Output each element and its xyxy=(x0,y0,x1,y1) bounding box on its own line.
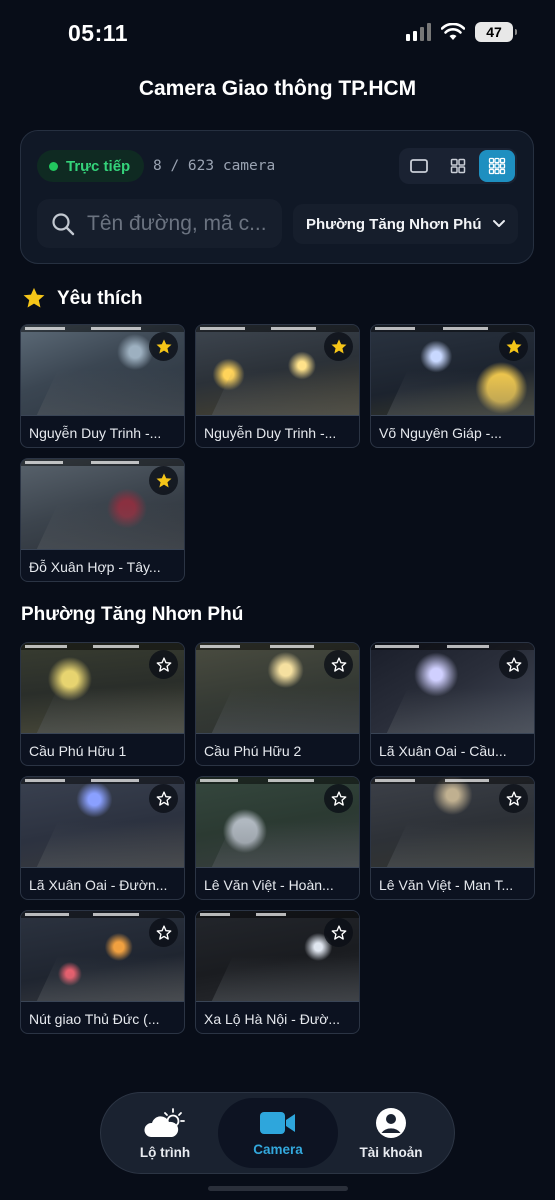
status-bar: 05:11 47 xyxy=(0,0,555,64)
search-box xyxy=(37,199,282,248)
grid-2x2-button[interactable] xyxy=(440,150,476,182)
favorites-header: Yêu thích xyxy=(21,286,143,311)
camera-card[interactable]: Võ Nguyên Giáp -... xyxy=(370,324,535,448)
star-filled-icon xyxy=(23,287,45,308)
favorites-grid: Nguyễn Duy Trinh -... Nguyễn Duy Trinh -… xyxy=(20,324,535,582)
status-icons: 47 xyxy=(406,22,517,42)
control-panel: Trực tiếp 8 / 623 camera Tên đường, mã c… xyxy=(20,130,534,264)
star-filled-icon xyxy=(156,338,171,353)
favorite-toggle-button[interactable] xyxy=(324,650,353,679)
star-filled-icon xyxy=(331,338,346,353)
favorite-toggle-button[interactable] xyxy=(149,918,178,947)
camera-card[interactable]: Nguyễn Duy Trinh -... xyxy=(20,324,185,448)
camera-name: Lê Văn Việt - Hoàn... xyxy=(204,877,334,893)
camera-card[interactable]: Đỗ Xuân Hợp - Tây... xyxy=(20,458,185,582)
favorite-toggle-button[interactable] xyxy=(324,918,353,947)
weather-cloud-sun-icon xyxy=(144,1107,185,1137)
star-outline-icon xyxy=(506,656,521,672)
tab-camera[interactable]: Camera xyxy=(218,1098,338,1168)
star-outline-icon xyxy=(156,656,171,672)
ward-select[interactable]: Phường Tăng Nhơn Phú xyxy=(293,204,518,244)
wifi-icon xyxy=(441,23,465,40)
search-input[interactable] xyxy=(87,211,277,236)
tab-camera-label: Camera xyxy=(253,1141,303,1157)
favorite-toggle-button[interactable] xyxy=(149,650,178,679)
grid-2x2-icon xyxy=(450,158,466,174)
camera-name: Võ Nguyên Giáp -... xyxy=(379,425,502,441)
camera-card[interactable]: Nút giao Thủ Đức (... xyxy=(20,910,185,1034)
star-outline-icon xyxy=(156,790,171,806)
star-outline-icon xyxy=(331,790,346,806)
single-view-icon xyxy=(410,159,428,173)
favorite-toggle-button[interactable] xyxy=(149,784,178,813)
star-filled-icon xyxy=(156,472,171,487)
camera-card[interactable]: Cầu Phú Hữu 2 xyxy=(195,642,360,766)
favorite-toggle-button[interactable] xyxy=(324,784,353,813)
camera-card[interactable]: Lã Xuân Oai - Đườn... xyxy=(20,776,185,900)
grid-3x3-button[interactable] xyxy=(479,150,515,182)
camera-card[interactable]: Lê Văn Việt - Man T... xyxy=(370,776,535,900)
tab-account[interactable]: Tài khoản xyxy=(331,1098,451,1168)
single-view-button[interactable] xyxy=(401,150,437,182)
favorite-toggle-button[interactable] xyxy=(149,466,178,495)
star-outline-icon xyxy=(156,924,171,940)
cellular-signal-icon xyxy=(406,23,431,41)
bottom-tab-bar: Lộ trình Camera Tài khoản xyxy=(100,1092,455,1174)
favorite-toggle-button[interactable] xyxy=(499,332,528,361)
camera-card[interactable]: Nguyễn Duy Trinh -... xyxy=(195,324,360,448)
camera-name: Lã Xuân Oai - Cầu... xyxy=(379,743,507,759)
page-title: Camera Giao thông TP.HCM xyxy=(138,77,417,100)
chevron-down-icon xyxy=(493,220,505,227)
camera-card[interactable]: Cầu Phú Hữu 1 xyxy=(20,642,185,766)
camera-name: Lã Xuân Oai - Đườn... xyxy=(29,877,168,893)
camera-name: Cầu Phú Hữu 1 xyxy=(29,743,127,759)
battery-icon: 47 xyxy=(475,22,517,42)
tab-route-label: Lộ trình xyxy=(139,1144,191,1160)
camera-name: Nguyễn Duy Trinh -... xyxy=(204,425,337,441)
home-indicator xyxy=(208,1186,348,1191)
ward-camera-grid: Cầu Phú Hữu 1 Cầu Phú Hữu 2 Lã Xuân Oai … xyxy=(20,642,535,1034)
search-icon xyxy=(52,212,75,235)
tab-route[interactable]: Lộ trình xyxy=(105,1098,225,1168)
live-badge: Trực tiếp xyxy=(37,150,145,182)
status-time: 05:11 xyxy=(68,20,129,46)
tab-account-label: Tài khoản xyxy=(359,1144,423,1160)
star-filled-icon xyxy=(506,338,521,353)
camera-name: Đỗ Xuân Hợp - Tây... xyxy=(29,559,161,575)
star-outline-icon xyxy=(331,924,346,940)
video-camera-icon xyxy=(260,1111,295,1134)
grid-3x3-icon xyxy=(488,157,506,175)
ward-section-title: Phường Tăng Nhơn Phú xyxy=(21,604,244,625)
live-label: Trực tiếp xyxy=(66,157,131,175)
camera-name: Nút giao Thủ Đức (... xyxy=(29,1011,160,1027)
star-outline-icon xyxy=(506,790,521,806)
camera-name: Nguyễn Duy Trinh -... xyxy=(29,425,162,441)
favorites-title: Yêu thích xyxy=(57,287,143,309)
camera-name: Xa Lộ Hà Nội - Đườ... xyxy=(204,1011,341,1027)
camera-card[interactable]: Xa Lộ Hà Nội - Đườ... xyxy=(195,910,360,1034)
favorite-toggle-button[interactable] xyxy=(499,784,528,813)
camera-card[interactable]: Lê Văn Việt - Hoàn... xyxy=(195,776,360,900)
camera-name: Cầu Phú Hữu 2 xyxy=(204,743,302,759)
favorite-toggle-button[interactable] xyxy=(499,650,528,679)
favorite-toggle-button[interactable] xyxy=(324,332,353,361)
favorite-toggle-button[interactable] xyxy=(149,332,178,361)
camera-name: Lê Văn Việt - Man T... xyxy=(379,877,514,893)
live-dot-icon xyxy=(49,161,58,171)
camera-card[interactable]: Lã Xuân Oai - Cầu... xyxy=(370,642,535,766)
star-outline-icon xyxy=(331,656,346,672)
ward-section-header: Phường Tăng Nhơn Phú xyxy=(21,604,243,626)
view-mode-toggle xyxy=(399,148,517,184)
camera-count: 8 / 623 camera xyxy=(153,158,276,174)
ward-select-value: Phường Tăng Nhơn Phú xyxy=(306,215,482,233)
account-icon xyxy=(376,1107,406,1138)
